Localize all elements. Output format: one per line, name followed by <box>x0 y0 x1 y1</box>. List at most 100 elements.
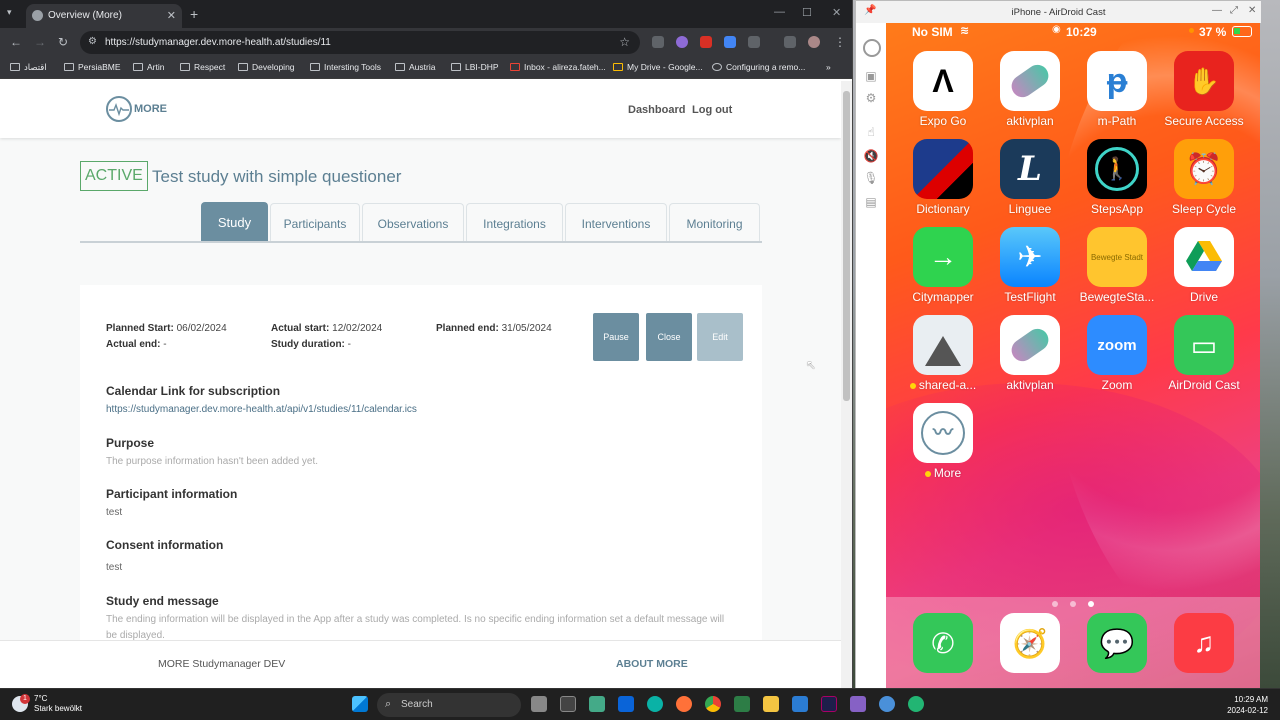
more-bookmarks-icon[interactable]: » <box>826 62 831 72</box>
phone-app-icon[interactable]: ✆ <box>913 613 973 673</box>
mic-off-icon[interactable]: 🎙 <box>863 171 879 185</box>
terminal-icon[interactable] <box>560 696 576 712</box>
bookmark-item[interactable]: PersiaBME <box>64 62 121 72</box>
maximize-icon[interactable]: ⤢ <box>1230 5 1238 16</box>
tab-interventions[interactable]: Interventions <box>565 203 667 241</box>
dashboard-link[interactable]: Dashboard <box>628 104 685 116</box>
tab-monitoring[interactable]: Monitoring <box>669 203 760 241</box>
extensions-puzzle-icon[interactable] <box>748 36 760 48</box>
tab-search-icon[interactable]: ▾ <box>7 7 12 18</box>
about-more-link[interactable]: ABOUT MORE <box>616 658 688 670</box>
app-dictionary[interactable]: Dictionary <box>903 139 983 216</box>
bookmark-item[interactable]: Configuring a remo... <box>712 62 805 72</box>
calendar-link[interactable]: https://studymanager.dev.more-health.at/… <box>106 402 726 418</box>
bookmark-item[interactable]: Respect <box>180 62 225 72</box>
weather-widget[interactable]: 1 7°C Stark bewölkt <box>12 694 82 714</box>
bookmark-item[interactable]: LBI-DHP <box>451 62 499 72</box>
app-shared-a[interactable]: shared-a... <box>903 315 983 392</box>
calculator-icon[interactable] <box>589 696 605 712</box>
site-info-icon[interactable]: ⚙ <box>88 36 97 47</box>
more-logo[interactable]: MORE <box>106 95 167 123</box>
close-button[interactable]: Close <box>646 313 692 361</box>
tab-integrations[interactable]: Integrations <box>466 203 563 241</box>
pause-button[interactable]: Pause <box>593 313 639 361</box>
app-citymapper[interactable]: → Citymapper <box>903 227 983 304</box>
back-icon[interactable]: ← <box>10 35 22 49</box>
app-zoom[interactable]: zoom Zoom <box>1077 315 1157 392</box>
app-bewegte-stadt[interactable]: Bewegte Stadt BewegteSta... <box>1077 227 1157 304</box>
visual-studio-icon[interactable] <box>850 696 866 712</box>
system-clock[interactable]: 10:29 AM 2024-02-12 <box>1227 694 1268 716</box>
app-testflight[interactable]: ✈ TestFlight <box>990 227 1070 304</box>
bookmark-item[interactable]: Austria <box>395 62 435 72</box>
edge-icon[interactable] <box>647 696 663 712</box>
side-panel-icon[interactable] <box>784 36 796 48</box>
app-more[interactable]: 〰 More <box>903 403 983 480</box>
app-drive[interactable]: Drive <box>1164 227 1244 304</box>
tab-study[interactable]: Study <box>201 202 268 241</box>
reload-icon[interactable]: ↻ <box>58 35 68 49</box>
mail-icon[interactable] <box>618 696 634 712</box>
minimize-icon[interactable]: — <box>774 6 785 18</box>
bookmark-item[interactable]: Artin <box>133 62 164 72</box>
close-window-icon[interactable]: ✕ <box>832 6 841 19</box>
edit-button[interactable]: Edit <box>697 313 743 361</box>
chrome-icon[interactable] <box>705 696 721 712</box>
close-tab-icon[interactable]: ✕ <box>167 9 176 22</box>
tab-observations[interactable]: Observations <box>362 203 464 241</box>
iphone-screen[interactable]: No SIM ≋ ◉ 10:29 37 % Λ Expo Go aktivplan… <box>886 23 1260 689</box>
file-explorer-icon[interactable] <box>763 696 779 712</box>
forward-icon[interactable]: → <box>34 35 46 49</box>
app-aktivplan-2[interactable]: aktivplan <box>990 315 1070 392</box>
maximize-icon[interactable]: ☐ <box>802 6 812 19</box>
firefox-icon[interactable] <box>676 696 692 712</box>
new-tab-icon[interactable]: + <box>190 6 198 22</box>
app-stepsapp[interactable]: 🚶 StepsApp <box>1077 139 1157 216</box>
app-sleep-cycle[interactable]: ⏰ Sleep Cycle <box>1164 139 1244 216</box>
bookmark-item[interactable]: اقتصاد <box>10 62 47 73</box>
airdroid-taskbar-icon[interactable] <box>879 696 895 712</box>
task-view-icon[interactable] <box>531 696 547 712</box>
excel-icon[interactable] <box>734 696 750 712</box>
pin-icon[interactable]: 📌 <box>864 5 876 16</box>
touch-icon[interactable]: ☝ <box>863 125 879 139</box>
extension-icon[interactable] <box>700 36 712 48</box>
scrollbar-thumb[interactable] <box>843 91 850 401</box>
close-icon[interactable]: ✕ <box>1248 5 1256 16</box>
bookmark-item[interactable]: My Drive - Google... <box>613 62 703 72</box>
extension-icon[interactable] <box>676 36 688 48</box>
app-airdroid-cast[interactable]: ▭ AirDroid Cast <box>1164 315 1244 392</box>
screenshot-icon[interactable]: ▣ <box>863 69 879 83</box>
start-icon[interactable] <box>352 696 368 712</box>
bookmark-star-icon[interactable]: ☆ <box>619 35 630 49</box>
browser-tab[interactable]: Overview (More) ✕ <box>26 4 182 28</box>
page-scrollbar[interactable] <box>841 81 852 688</box>
bookmark-item[interactable]: Intersting Tools <box>310 62 381 72</box>
logout-link[interactable]: Log out <box>692 104 732 116</box>
app-m-path[interactable]: ᵽ m-Path <box>1077 51 1157 128</box>
user-icon[interactable] <box>863 39 881 57</box>
extension-icon[interactable] <box>724 36 736 48</box>
app-aktivplan[interactable]: aktivplan <box>990 51 1070 128</box>
minimize-icon[interactable]: — <box>1212 5 1222 16</box>
app-expo-go[interactable]: Λ Expo Go <box>903 51 983 128</box>
app-linguee[interactable]: L Linguee <box>990 139 1070 216</box>
tab-participants[interactable]: Participants <box>270 203 360 241</box>
messages-app-icon[interactable]: 💬 <box>1087 613 1147 673</box>
music-app-icon[interactable]: ♫ <box>1174 613 1234 673</box>
app-secure-access[interactable]: ✋ Secure Access <box>1164 51 1244 128</box>
vscode-icon[interactable] <box>792 696 808 712</box>
extension-icon[interactable] <box>652 36 664 48</box>
jetbrains-icon[interactable] <box>821 696 837 712</box>
bookmark-item[interactable]: Inbox - alireza.fateh... <box>510 62 606 72</box>
address-bar[interactable]: ⚙ https://studymanager.dev.more-health.a… <box>80 31 640 54</box>
settings-icon[interactable]: ⚙ <box>863 91 879 105</box>
app-taskbar-icon[interactable] <box>908 696 924 712</box>
file-icon[interactable]: ▤ <box>863 195 879 209</box>
menu-icon[interactable]: ⋮ <box>834 35 846 49</box>
bookmark-item[interactable]: Developing <box>238 62 295 72</box>
taskbar-search[interactable]: ⌕ Search <box>377 693 521 717</box>
speaker-off-icon[interactable]: 🔇 <box>863 149 879 163</box>
profile-avatar[interactable] <box>808 36 820 48</box>
safari-app-icon[interactable]: 🧭 <box>1000 613 1060 673</box>
